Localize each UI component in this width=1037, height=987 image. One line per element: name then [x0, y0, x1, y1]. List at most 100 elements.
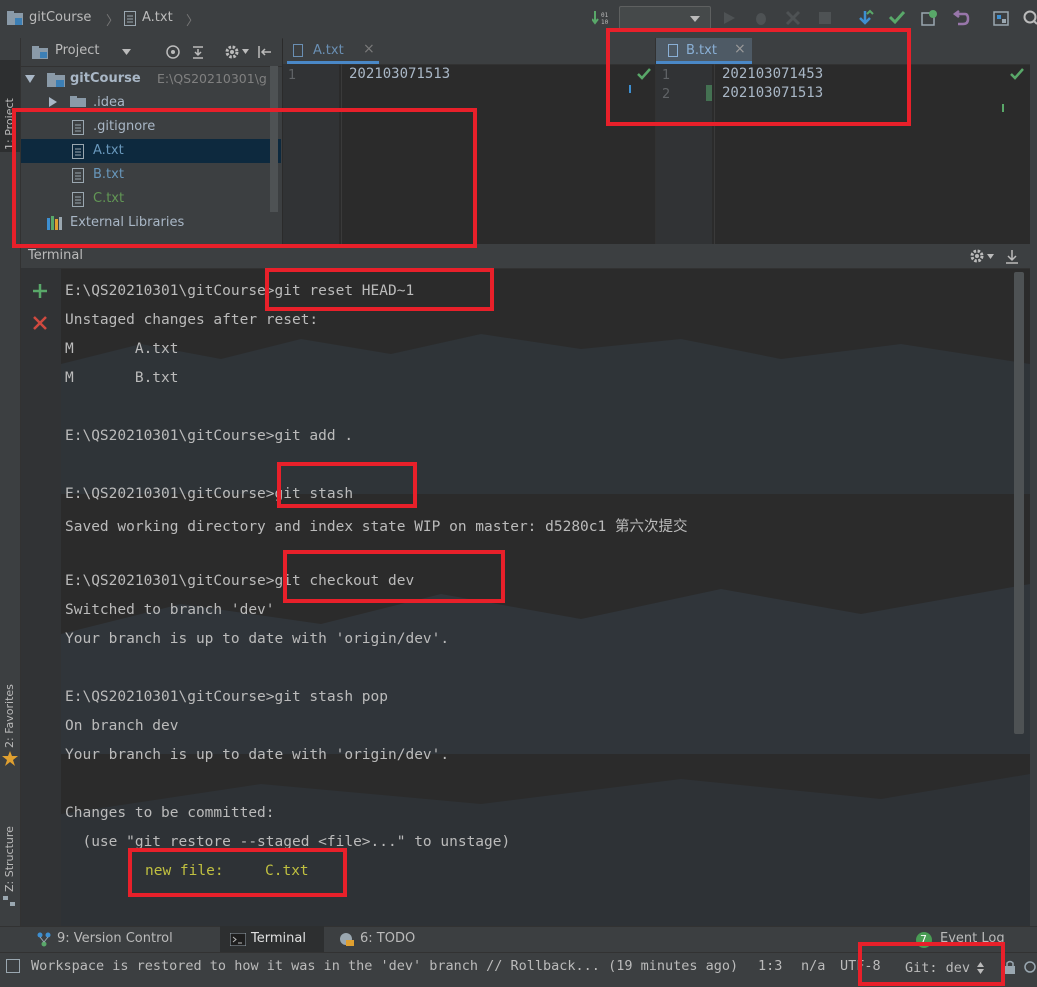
build-icon[interactable]: 01 10 — [592, 9, 610, 27]
breadcrumb-separator: 〉 — [186, 14, 200, 29]
lock-icon[interactable] — [1004, 960, 1016, 974]
terminal-new-file-name: C.txt — [265, 863, 309, 879]
vcs-update-icon[interactable] — [856, 9, 874, 27]
tree-item-label: .gitignore — [93, 119, 156, 134]
editor-b-line[interactable]: 202103071453 — [722, 66, 823, 82]
tree-item-label: .idea — [93, 95, 125, 107]
structure-tool-button[interactable]: Z: Structure — [0, 800, 20, 910]
tree-item-gitignore[interactable]: .gitignore — [21, 115, 271, 139]
file-icon — [72, 168, 84, 183]
editor-b-line[interactable]: 202103071513 — [722, 85, 823, 101]
new-session-icon[interactable] — [33, 284, 47, 298]
tree-item-a-txt[interactable]: A.txt — [21, 139, 281, 163]
editor-a-gutter — [283, 64, 339, 244]
event-log-count: 7 — [920, 933, 927, 946]
breadcrumb-separator: 〉 — [106, 14, 120, 29]
tree-item-b-txt[interactable]: B.txt — [21, 163, 271, 187]
tool-tab-version-control[interactable]: 9: Version Control — [30, 926, 210, 952]
tab-a-txt[interactable]: A.txt × — [287, 38, 379, 64]
close-icon[interactable]: × — [363, 41, 375, 57]
tab-b-txt[interactable]: B.txt × — [656, 38, 752, 64]
tree-item-label: B.txt — [93, 167, 124, 182]
editor-b: B.txt × 1 2 202103071453 202103071513 — [655, 38, 1037, 244]
breadcrumb-project[interactable]: gitCourse — [29, 10, 91, 25]
editor-a: A.txt × 1 202103071513 — [283, 38, 655, 244]
terminal-line: E:\QS20210301\gitCourse>git reset HEAD~1 — [65, 283, 415, 299]
tree-item-label: C.txt — [93, 191, 125, 206]
line-separator[interactable]: n/a — [801, 958, 825, 974]
gutter-divider — [341, 64, 342, 244]
tool-tab-label: Event Log — [940, 931, 1005, 946]
close-icon[interactable]: × — [734, 41, 746, 57]
line-number: 2 — [662, 87, 671, 102]
tool-tab-label: 6: TODO — [360, 931, 416, 946]
git-branch-widget[interactable]: Git: dev — [898, 952, 994, 982]
breadcrumb-file[interactable]: A.txt — [142, 10, 173, 25]
vcs-rollback-icon[interactable] — [952, 9, 970, 27]
inspection-ok-icon — [1010, 68, 1024, 80]
chevron-down-icon — [987, 254, 994, 259]
change-marker — [1002, 104, 1004, 112]
todo-icon — [340, 933, 354, 946]
tree-item-external-libraries[interactable]: External Libraries — [21, 211, 271, 235]
terminal-line: Saved working directory and index state … — [65, 519, 688, 535]
stop-icon[interactable] — [816, 9, 834, 27]
file-icon — [72, 144, 84, 159]
run-configuration-select[interactable] — [619, 6, 711, 32]
tree-item-c-txt[interactable]: C.txt — [21, 187, 271, 211]
module-folder-icon — [47, 73, 65, 87]
project-structure-icon[interactable] — [992, 9, 1010, 27]
terminal-line: On branch dev — [65, 718, 179, 734]
project-folder-icon — [6, 10, 24, 26]
svg-text:10: 10 — [601, 19, 609, 26]
project-panel-header: Project — [21, 38, 282, 67]
gear-icon — [225, 45, 239, 59]
project-view-label[interactable]: Project — [55, 43, 99, 58]
tree-root-gitcourse[interactable]: gitCourse E:\QS20210301\g — [21, 67, 271, 91]
project-scrollbar[interactable] — [270, 66, 278, 212]
tool-tab-todo[interactable]: 6: TODO — [335, 926, 425, 952]
tool-windows-toggle-icon[interactable] — [6, 959, 20, 973]
tree-root-label: gitCourse — [70, 71, 141, 86]
line-number: 1 — [288, 68, 297, 83]
vcs-history-icon[interactable] — [920, 9, 938, 27]
close-session-icon[interactable] — [33, 316, 47, 330]
folder-icon — [70, 96, 86, 107]
inspector-icon[interactable] — [1024, 960, 1036, 974]
project-tool-button[interactable]: 1: Project — [0, 60, 20, 152]
svg-text:01: 01 — [601, 12, 609, 19]
terminal-new-file-label: new file: — [145, 863, 224, 879]
chevron-down-icon — [25, 75, 35, 83]
coverage-icon[interactable] — [784, 9, 802, 27]
folder-icon — [32, 46, 48, 59]
hide-panel-icon — [258, 46, 271, 58]
run-icon[interactable] — [720, 9, 738, 27]
hide-panel-icon — [1006, 250, 1018, 264]
version-control-icon — [37, 932, 51, 947]
terminal-header: Terminal — [21, 244, 1030, 269]
terminal-title: Terminal — [28, 248, 83, 263]
line-number: 1 — [662, 68, 671, 83]
status-message[interactable]: Workspace is restored to how it was in t… — [31, 958, 738, 974]
git-branch-label: Git: dev — [905, 960, 971, 976]
star-icon — [2, 751, 18, 766]
editor-a-line[interactable]: 202103071513 — [349, 66, 450, 82]
terminal-line: Your branch is up to date with 'origin/d… — [65, 631, 450, 647]
gutter-divider — [714, 64, 715, 244]
terminal-side-toolbar — [21, 268, 61, 926]
terminal-icon — [230, 933, 246, 946]
gear-icon — [970, 249, 984, 263]
tool-tab-event-log[interactable]: 7 Event Log — [914, 926, 1024, 952]
caret-position[interactable]: 1:3 — [758, 958, 782, 974]
file-icon — [668, 44, 678, 57]
search-icon[interactable] — [1022, 9, 1037, 27]
tree-root-path: E:\QS20210301\g — [157, 71, 267, 86]
tree-item-idea[interactable]: .idea — [21, 91, 271, 107]
favorites-tool-button[interactable]: 2: Favorites — [0, 655, 20, 767]
tool-tab-terminal[interactable]: Terminal — [220, 926, 324, 952]
vcs-commit-icon[interactable] — [888, 9, 906, 27]
terminal-line: Changes to be committed: — [65, 805, 275, 821]
terminal-scrollbar[interactable] — [1014, 272, 1024, 734]
file-encoding[interactable]: UTF-8 — [840, 958, 881, 974]
debug-icon[interactable] — [752, 9, 770, 27]
